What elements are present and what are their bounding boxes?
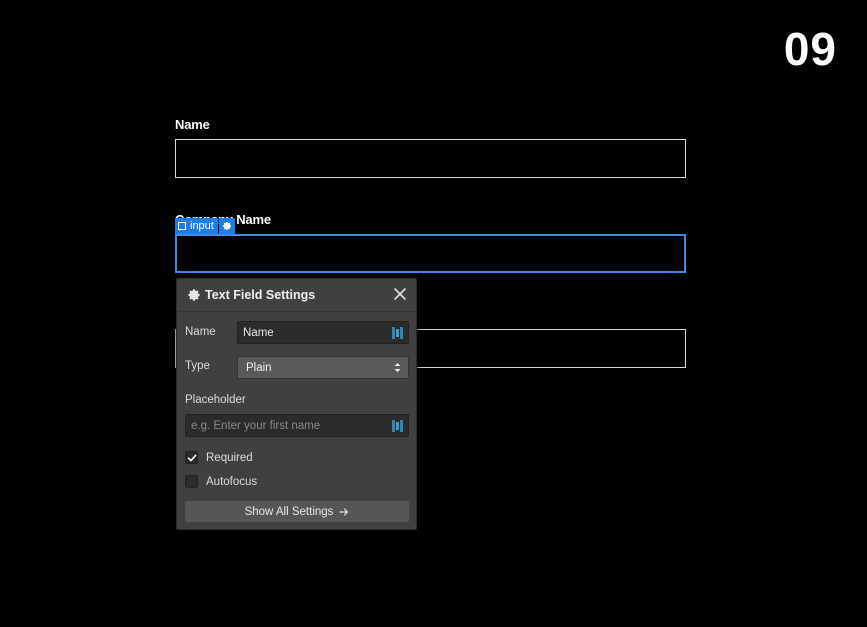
- autofocus-label: Autofocus: [206, 475, 258, 488]
- type-select-value: Plain: [246, 361, 272, 374]
- required-checkbox-row[interactable]: Required: [185, 451, 253, 464]
- type-select[interactable]: Plain: [237, 356, 409, 379]
- name-field-label: Name: [175, 117, 210, 132]
- element-type-label: input: [190, 219, 214, 232]
- autofocus-checkbox[interactable]: [185, 475, 198, 488]
- placeholder-setting-input[interactable]: e.g. Enter your first name: [185, 414, 409, 437]
- panel-header: Text Field Settings: [177, 279, 416, 312]
- check-icon: [187, 454, 196, 461]
- show-all-settings-button[interactable]: Show All Settings: [185, 501, 409, 522]
- database-bind-icon[interactable]: [392, 420, 403, 432]
- panel-title: Text Field Settings: [205, 288, 316, 302]
- arrow-right-icon: [339, 507, 349, 516]
- name-setting-label: Name: [185, 326, 216, 338]
- text-field-settings-panel: Text Field Settings Name Name Type Plain…: [176, 278, 417, 530]
- chevron-updown-icon: [394, 363, 401, 372]
- element-badge[interactable]: input: [175, 218, 235, 234]
- canvas: 09 Name Company Name input Text Field Se…: [0, 0, 867, 627]
- company-name-input[interactable]: [175, 234, 686, 273]
- element-square-icon: [178, 222, 186, 230]
- element-settings-button[interactable]: [218, 218, 235, 234]
- close-icon[interactable]: [393, 287, 407, 301]
- type-setting-label: Type: [185, 360, 210, 372]
- placeholder-setting-value: e.g. Enter your first name: [191, 419, 321, 432]
- gear-icon: [222, 222, 231, 230]
- name-setting-input[interactable]: Name: [237, 321, 409, 344]
- slide-number: 09: [783, 23, 837, 75]
- required-checkbox[interactable]: [185, 451, 198, 464]
- show-all-settings-label: Show All Settings: [244, 505, 334, 518]
- name-setting-value: Name: [243, 326, 274, 339]
- placeholder-setting-label: Placeholder: [185, 394, 246, 406]
- autofocus-checkbox-row[interactable]: Autofocus: [185, 475, 257, 488]
- gear-icon: [188, 289, 200, 301]
- required-label: Required: [206, 451, 253, 464]
- element-type-tag[interactable]: input: [175, 218, 218, 234]
- name-input[interactable]: [175, 139, 686, 178]
- database-bind-icon[interactable]: [392, 327, 403, 339]
